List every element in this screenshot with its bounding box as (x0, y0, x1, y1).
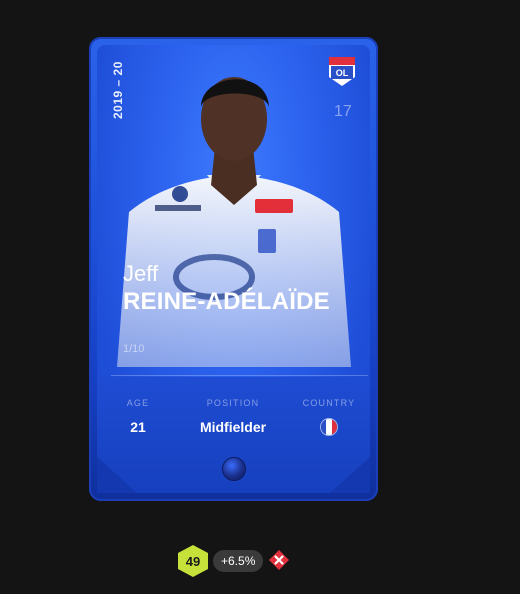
card-badges: 49 +6.5% (178, 545, 298, 577)
stats-divider (111, 375, 368, 376)
svg-text:OL: OL (336, 68, 349, 78)
shirt-number: 17 (334, 103, 352, 120)
france-flag-icon (321, 419, 337, 435)
country-label: COUNTRY (302, 398, 356, 408)
age-value: 21 (130, 419, 146, 435)
olympique-lyonnais-crest-icon: OL (329, 57, 355, 86)
age-label: AGE (126, 398, 150, 408)
season-label: 2019 – 20 (111, 61, 125, 119)
score-badge: 49 (178, 545, 208, 577)
position-label: POSITION (206, 398, 260, 408)
player-card[interactable]: 2019 – 20 OL 17 Jeff REINE-ADÉLAÏDE 1/10… (89, 37, 378, 501)
rarity-gem-icon (223, 458, 245, 480)
card-serial-number: 1/10 (123, 343, 145, 355)
score-delta-badge: +6.5% (213, 550, 264, 572)
player-last-name: REINE-ADÉLAÏDE (123, 288, 330, 315)
player-photo (117, 77, 351, 367)
position-value: Midfielder (199, 419, 267, 435)
player-first-name: Jeff (123, 261, 159, 286)
red-x-icon (269, 550, 289, 570)
